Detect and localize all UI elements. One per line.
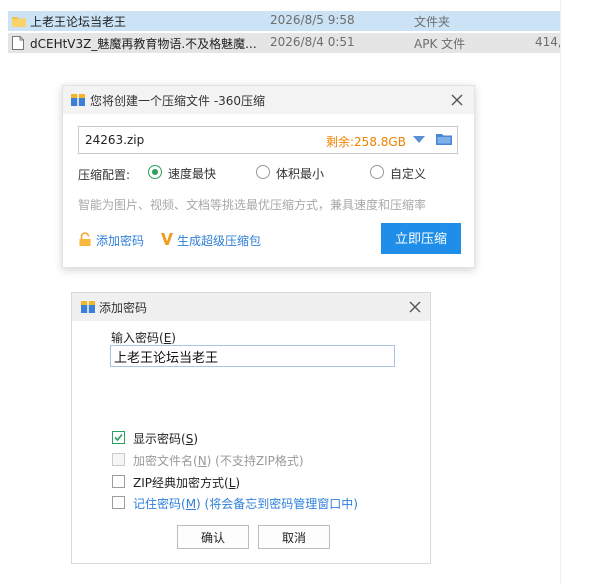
lock-icon bbox=[79, 232, 91, 246]
file-icon bbox=[12, 36, 24, 53]
checkbox[interactable] bbox=[112, 475, 125, 488]
checkbox bbox=[112, 453, 125, 466]
archive-icon bbox=[70, 92, 86, 111]
file-date: 2026/8/5 9:58 bbox=[270, 13, 355, 27]
archive-name-field[interactable]: 24263.zip 剩余:258.8GB bbox=[78, 126, 458, 154]
radio-label: 体积最小 bbox=[276, 167, 325, 181]
password-input-label: 输入密码(E) bbox=[111, 331, 176, 345]
archive-icon bbox=[80, 299, 96, 318]
remaining-space: 剩余:258.8GB bbox=[326, 135, 406, 149]
compress-now-button[interactable]: 立即压缩 bbox=[381, 223, 461, 254]
radio-label: 自定义 bbox=[390, 167, 427, 181]
close-icon[interactable] bbox=[447, 90, 467, 110]
file-date: 2026/8/4 0:51 bbox=[270, 35, 355, 49]
radio-label: 速度最快 bbox=[168, 167, 217, 181]
checkbox[interactable] bbox=[112, 496, 125, 509]
right-panel-edge bbox=[560, 0, 603, 584]
v-badge-icon bbox=[161, 233, 173, 245]
cancel-button[interactable]: 取消 bbox=[258, 525, 330, 549]
divider bbox=[560, 0, 561, 584]
folder-icon bbox=[12, 14, 26, 31]
checkbox-label: 加密文件名(N) (不支持ZIP格式) bbox=[133, 454, 304, 468]
dialog-title: 添加密码 bbox=[99, 301, 148, 315]
password-input[interactable] bbox=[110, 345, 395, 367]
file-type: 文件夹 bbox=[414, 15, 451, 29]
confirm-button[interactable]: 确认 bbox=[177, 525, 249, 549]
file-row-folder[interactable]: 上老王论坛当老王 2026/8/5 9:58 文件夹 bbox=[8, 11, 564, 31]
file-size: 414, bbox=[535, 35, 562, 49]
dialog-title: 您将创建一个压缩文件 -360压缩 bbox=[90, 94, 266, 108]
file-row-apk[interactable]: dCEHtV3Z_魅魔再教育物语.不及格魅魔... 2026/8/4 0:51 … bbox=[8, 33, 564, 53]
file-name: dCEHtV3Z_魅魔再教育物语.不及格魅魔... bbox=[30, 37, 257, 51]
file-name: 上老王论坛当老王 bbox=[30, 15, 127, 29]
radio-button[interactable] bbox=[256, 165, 270, 179]
radio-button[interactable] bbox=[370, 165, 384, 179]
chevron-down-icon[interactable] bbox=[412, 133, 426, 148]
compress-hint: 智能为图片、视频、文档等挑选最优压缩方式，兼具速度和压缩率 bbox=[78, 198, 427, 212]
archive-filename: 24263.zip bbox=[85, 133, 145, 147]
add-password-dialog: 添加密码 输入密码(E) 显示密码(S) 加密文件名(N) (不支持ZIP格式)… bbox=[71, 292, 431, 564]
password-dialog-titlebar[interactable]: 添加密码 bbox=[72, 293, 430, 321]
checkbox-label: 记住密码(M) (将会备忘到密码管理窗口中) bbox=[133, 497, 358, 511]
file-type: APK 文件 bbox=[414, 37, 466, 51]
checkbox-label: ZIP经典加密方式(L) bbox=[133, 476, 241, 490]
browse-folder-icon[interactable] bbox=[436, 132, 452, 149]
compress-dialog: 您将创建一个压缩文件 -360压缩 24263.zip 剩余:258.8GB 压… bbox=[62, 85, 475, 268]
check-icon bbox=[114, 433, 123, 442]
add-password-label: 添加密码 bbox=[96, 234, 145, 248]
config-label: 压缩配置: bbox=[78, 168, 131, 182]
compress-dialog-titlebar[interactable]: 您将创建一个压缩文件 -360压缩 bbox=[63, 86, 474, 114]
checkbox-label: 显示密码(S) bbox=[133, 432, 198, 446]
radio-button-checked[interactable] bbox=[148, 165, 162, 179]
close-icon[interactable] bbox=[405, 297, 425, 317]
super-package-label: 生成超级压缩包 bbox=[177, 234, 262, 248]
checkbox-checked[interactable] bbox=[112, 431, 125, 444]
